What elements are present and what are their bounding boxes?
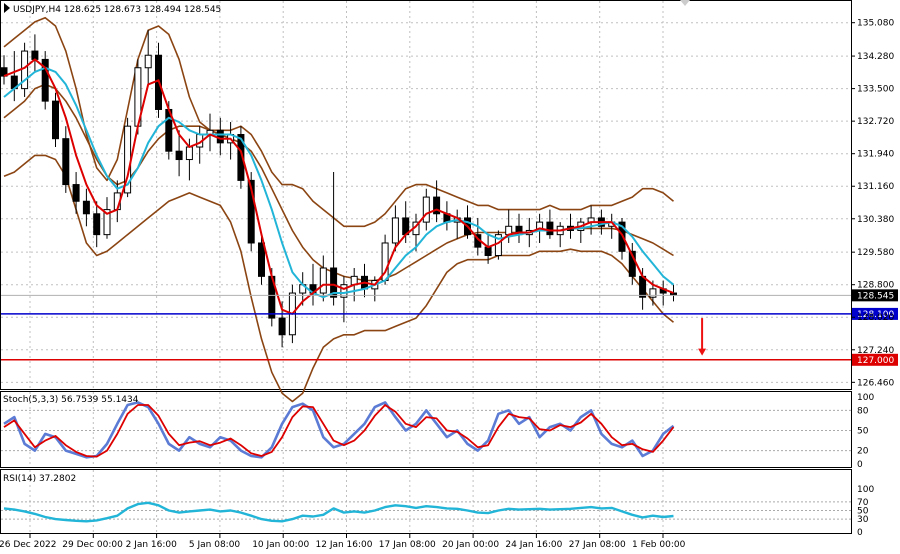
time-tick-label: 29 Dec 00:00 bbox=[62, 540, 123, 550]
candle-bear bbox=[52, 100, 59, 140]
time-tick-label: 12 Jan 16:00 bbox=[316, 540, 373, 550]
candle-bear bbox=[639, 275, 647, 298]
current-price-label: 128.545 bbox=[857, 291, 894, 301]
price-tick-label: 128.800 bbox=[857, 281, 894, 291]
candle-bull bbox=[144, 54, 152, 69]
price-tick-label: 127.240 bbox=[857, 346, 894, 356]
price-tick-label: 131.940 bbox=[857, 150, 894, 160]
candle-bull bbox=[422, 196, 430, 223]
candle-bear bbox=[72, 184, 80, 202]
candle-bear bbox=[93, 213, 101, 236]
price-tick-label: 133.500 bbox=[857, 85, 894, 95]
time-tick-label: 10 Jan 00:00 bbox=[252, 540, 309, 550]
price-tick-label: 128.020 bbox=[857, 313, 894, 323]
candle-bull bbox=[391, 217, 399, 244]
price-tick-label: 131.160 bbox=[857, 182, 894, 192]
candle-bear bbox=[670, 292, 677, 296]
time-tick-label: 27 Jan 08:00 bbox=[569, 540, 626, 550]
chart-header: USDJPY,H4 128.625 128.673 128.494 128.54… bbox=[4, 3, 221, 15]
stoch-tick-label: 100 bbox=[857, 393, 874, 403]
time-tick-label: 5 Jan 08:00 bbox=[189, 540, 241, 550]
time-tick-label: 2 Jan 16:00 bbox=[126, 540, 178, 550]
candle-bear bbox=[258, 242, 265, 277]
candle-bull bbox=[649, 288, 657, 298]
stoch-tick-label: 50 bbox=[857, 427, 869, 437]
price-tick-label: 129.580 bbox=[857, 248, 894, 258]
price-tick-label: 132.720 bbox=[857, 117, 894, 127]
time-tick-label: 20 Jan 00:00 bbox=[442, 540, 499, 550]
price-tick-label: 126.460 bbox=[857, 378, 894, 388]
time-tick-label: 17 Jan 08:00 bbox=[379, 540, 436, 550]
stoch-tick-label: 80 bbox=[857, 406, 869, 416]
candle-bear bbox=[278, 317, 286, 336]
rsi-tick-label: 30 bbox=[857, 515, 869, 525]
candle-bull bbox=[319, 267, 327, 294]
chart-header-text: USDJPY,H4 128.625 128.673 128.494 128.54… bbox=[13, 5, 221, 15]
time-tick-label: 24 Jan 16:00 bbox=[505, 540, 562, 550]
candle-bear bbox=[62, 138, 70, 186]
candle-bear bbox=[546, 221, 554, 236]
stoch-tick-label: 20 bbox=[857, 447, 869, 457]
candle-bear bbox=[175, 150, 183, 161]
candle-bear bbox=[31, 50, 39, 60]
price-tick-label: 134.280 bbox=[857, 52, 894, 62]
rsi-tick-label: 0 bbox=[857, 528, 863, 538]
candle-bear bbox=[216, 129, 224, 144]
candle-bear bbox=[484, 246, 492, 256]
chart-window: { "chart_data": { "type": "candlestick",… bbox=[0, 0, 900, 554]
rsi-tick-label: 100 bbox=[857, 485, 874, 495]
candle-bull bbox=[185, 146, 193, 161]
stoch-label: Stoch(5,3,3) 56.7539 55.1434 bbox=[3, 395, 139, 405]
stoch-tick-label: 0 bbox=[857, 460, 863, 470]
candle-bear bbox=[82, 200, 90, 215]
chart-svg: 128.100127.000128.545 135.080134.280133.… bbox=[0, 0, 898, 550]
time-tick-label: 1 Feb 00:00 bbox=[632, 540, 686, 550]
time-tick-label: 26 Dec 2022 bbox=[0, 540, 57, 550]
level-price-label: 127.000 bbox=[857, 356, 894, 366]
price-tick-label: 130.380 bbox=[857, 215, 894, 225]
rsi-label: RSI(14) 37.2802 bbox=[3, 474, 76, 484]
price-tick-label: 135.080 bbox=[857, 19, 894, 29]
